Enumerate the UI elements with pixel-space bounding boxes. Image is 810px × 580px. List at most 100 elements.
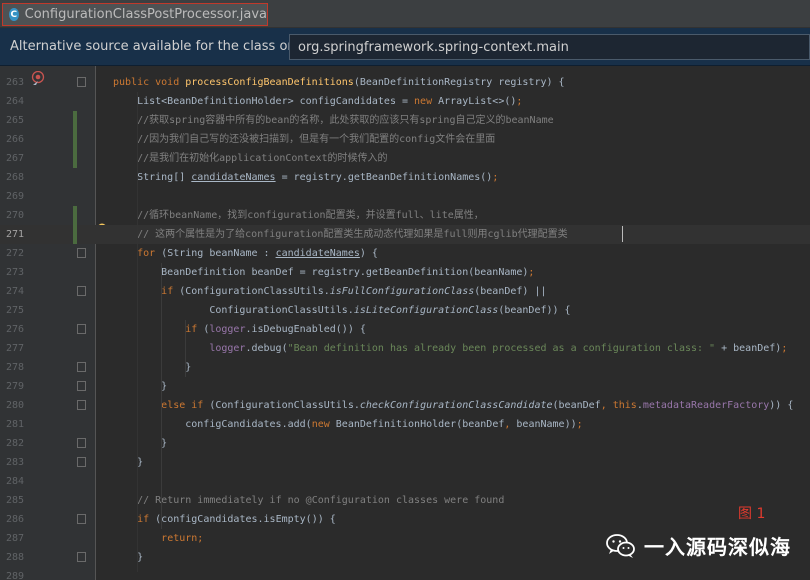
fold-marker[interactable] (77, 514, 86, 524)
line-number: 265 (5, 115, 24, 126)
code-line: 284 (0, 472, 810, 491)
code-text: if (logger.isDebugEnabled()) { (185, 324, 366, 335)
line-number: 285 (5, 495, 24, 506)
alternative-source-select[interactable]: org.springframework.spring-context.main (289, 34, 810, 60)
code-line: 273 BeanDefinition beanDef = registry.ge… (0, 263, 810, 282)
code-text: String[] candidateNames = registry.getBe… (113, 172, 499, 183)
fold-marker[interactable] (77, 362, 86, 372)
fold-marker[interactable] (77, 77, 86, 87)
vcs-change-marker[interactable] (73, 111, 77, 130)
vcs-change-marker[interactable] (73, 149, 77, 168)
fold-marker[interactable] (77, 552, 86, 562)
tab-label: ConfigurationClassPostProcessor.java (24, 7, 267, 22)
code-line: 269 (0, 187, 810, 206)
fold-marker[interactable] (77, 381, 86, 391)
code-line: 285 // Return immediately if no @Configu… (0, 491, 810, 510)
alternative-source-selected-value: org.springframework.spring-context.main (298, 39, 569, 55)
code-comment: //循环beanName，找到configuration配置类，并设置full、… (137, 210, 484, 221)
line-number: 272 (5, 248, 24, 259)
code-text: } (113, 381, 168, 392)
code-text: } (113, 362, 192, 373)
fold-marker[interactable] (77, 400, 86, 410)
code-text: BeanDefinition beanDef = registry.getBea… (113, 267, 535, 278)
notification-message: Alternative source available for the cla… (10, 39, 318, 54)
line-number: 269 (5, 191, 24, 202)
code-comment: // Return immediately if no @Configurati… (137, 495, 505, 506)
fold-marker[interactable] (77, 248, 86, 258)
code-comment: // 这两个属性是为了给configuration配置类生成动态代理如果是ful… (137, 229, 568, 240)
line-number: 271 (5, 229, 24, 240)
code-line: 280 else if (ConfigurationClassUtils.che… (0, 396, 810, 415)
wechat-icon (606, 533, 635, 558)
line-number: 287 (5, 533, 24, 544)
code-line: 283 } (0, 453, 810, 472)
line-number: 275 (5, 305, 24, 316)
fold-marker[interactable] (77, 457, 86, 467)
line-number: 281 (5, 419, 24, 430)
code-line: 274 if (ConfigurationClassUtils.isFullCo… (0, 282, 810, 301)
code-line: 263 public void processConfigBeanDefinit… (0, 73, 810, 92)
editor-tab-bar: C ConfigurationClassPostProcessor.java (0, 0, 810, 28)
code-text: for (String beanName : candidateNames) { (137, 248, 378, 259)
code-line: 272 for (String beanName : candidateName… (0, 244, 810, 263)
line-number: 282 (5, 438, 24, 449)
indent-guide (137, 92, 138, 572)
code-line: 279 } (0, 377, 810, 396)
fold-marker[interactable] (77, 438, 86, 448)
line-number: 289 (5, 571, 24, 580)
code-comment: //因为我们自己写的还没被扫描到，但是有一个我们配置的config文件会在里面 (137, 134, 496, 145)
watermark-text: 一入源码深似海 (644, 535, 791, 559)
code-text: } (113, 438, 168, 449)
fold-marker[interactable] (77, 324, 86, 334)
code-text: } (113, 552, 144, 563)
line-number: 280 (5, 400, 24, 411)
code-comment: //是我们在初始化applicationContext的时候传入的 (137, 153, 388, 164)
code-text: return; (161, 533, 204, 544)
code-text: else if (ConfigurationClassUtils.checkCo… (161, 400, 794, 411)
line-number: 266 (5, 134, 24, 145)
line-number: 273 (5, 267, 24, 278)
code-line-current: 271 // 这两个属性是为了给configuration配置类生成动态代理如果… (0, 225, 810, 244)
code-text: ConfigurationClassUtils.isLiteConfigurat… (113, 305, 571, 316)
code-text: if (ConfigurationClassUtils.isFullConfig… (161, 286, 547, 297)
code-text: } (113, 457, 144, 468)
line-number: 278 (5, 362, 24, 373)
line-number: 268 (5, 172, 24, 183)
code-line: 282 } (0, 434, 810, 453)
vcs-change-marker[interactable] (73, 206, 77, 225)
vcs-change-marker[interactable] (73, 225, 77, 244)
line-number: 264 (5, 96, 24, 107)
code-text: List<BeanDefinitionHolder> configCandida… (113, 96, 523, 107)
alternative-source-notification: Alternative source available for the cla… (0, 28, 810, 66)
code-line: 276 if (logger.isDebugEnabled()) { (0, 320, 810, 339)
code-line: 281 configCandidates.add(new BeanDefinit… (0, 415, 810, 434)
tab-configuration-class-post-processor[interactable]: C ConfigurationClassPostProcessor.java (2, 3, 268, 26)
text-caret (622, 226, 623, 242)
line-number: 284 (5, 476, 24, 487)
code-line: 270 //循环beanName，找到configuration配置类，并设置f… (0, 206, 810, 225)
code-line: 278 } (0, 358, 810, 377)
vcs-change-marker[interactable] (73, 130, 77, 149)
line-number: 270 (5, 210, 24, 221)
figure-label: 图 1 (738, 506, 766, 522)
fold-marker[interactable] (77, 286, 86, 296)
indent-guide (185, 320, 186, 377)
code-line: 268 String[] candidateNames = registry.g… (0, 168, 810, 187)
code-text: if (configCandidates.isEmpty()) { (137, 514, 336, 525)
code-editor[interactable]: 263 public void processConfigBeanDefinit… (0, 66, 810, 580)
code-text: configCandidates.add(new BeanDefinitionH… (113, 419, 583, 430)
code-line: 277 logger.debug("Bean definition has al… (0, 339, 810, 358)
code-line: 289 (0, 567, 810, 580)
code-line: 264 List<BeanDefinitionHolder> configCan… (0, 92, 810, 111)
line-number: 283 (5, 457, 24, 468)
line-number: 286 (5, 514, 24, 525)
code-line: 266 //因为我们自己写的还没被扫描到，但是有一个我们配置的config文件会… (0, 130, 810, 149)
line-number: 263 (5, 77, 24, 88)
line-number: 276 (5, 324, 24, 335)
code-text: logger.debug("Bean definition has alread… (209, 343, 788, 354)
code-line: 275 ConfigurationClassUtils.isLiteConfig… (0, 301, 810, 320)
code-line: 286 if (configCandidates.isEmpty()) { (0, 510, 810, 529)
wechat-watermark: 一入源码深似海 (606, 531, 791, 560)
code-comment: //获取spring容器中所有的bean的名称，此处获取的应该只有spring自… (137, 115, 554, 126)
code-line: 265 //获取spring容器中所有的bean的名称，此处获取的应该只有spr… (0, 111, 810, 130)
